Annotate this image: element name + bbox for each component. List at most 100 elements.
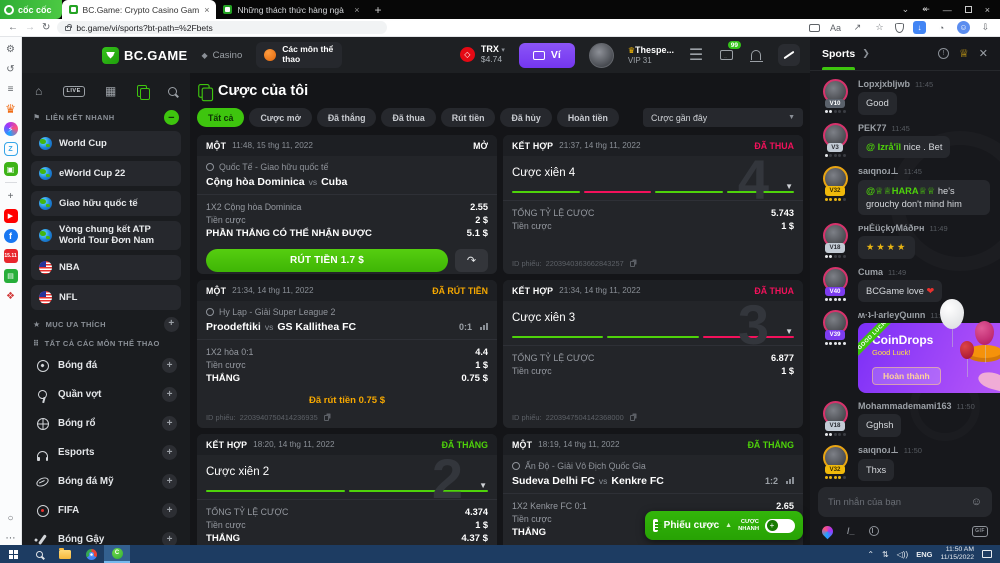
sidebar-sport-esports[interactable]: Esports + [31, 441, 181, 465]
tab-search-icon[interactable]: ⌄ [902, 4, 910, 15]
filter-cashout[interactable]: Rút tiền [441, 108, 496, 127]
filter-lost[interactable]: Đã thua [381, 108, 435, 127]
tab-close-icon[interactable]: × [354, 5, 359, 15]
clock[interactable]: 11:50 AM 11/15/2022 [940, 546, 974, 563]
gif-icon[interactable]: GIF [972, 526, 988, 537]
sidebar-sport-football[interactable]: Bóng đá + [31, 354, 181, 378]
translate-icon[interactable]: Aa [829, 21, 842, 34]
sidebar-item-eworld-cup[interactable]: eWorld Cup 22 [31, 161, 181, 186]
add-shortcut-icon[interactable]: + [4, 189, 18, 203]
share-icon[interactable]: ↗ [851, 21, 864, 34]
sidebar-sport-am-football[interactable]: Bóng đá Mỹ + [31, 470, 181, 494]
more-icon[interactable]: ⋯ [4, 531, 18, 545]
bookmark-star-icon[interactable]: ☆ [873, 21, 886, 34]
bell-icon[interactable] [748, 47, 764, 63]
sidebar-item-world-cup[interactable]: World Cup [31, 131, 181, 156]
close-chat-icon[interactable]: ✕ [979, 47, 988, 60]
filter-cancelled[interactable]: Đã hủy [500, 108, 551, 127]
crown-icon[interactable]: ♛ [4, 102, 18, 116]
expand-icon[interactable]: + [162, 387, 177, 402]
add-favorite-button[interactable]: + [164, 317, 179, 332]
filter-refund[interactable]: Hoàn tiền [557, 108, 619, 127]
calendar-icon[interactable]: ▦ [105, 84, 116, 98]
chat-input[interactable]: ☺ [818, 487, 992, 517]
trophy-icon[interactable]: ♕ [959, 47, 969, 60]
expand-icon[interactable]: + [162, 358, 177, 373]
expand-chevron-icon[interactable]: ▼ [785, 182, 793, 191]
live-icon[interactable]: LIVE [63, 86, 85, 97]
share-bet-button[interactable]: ↷ [455, 249, 488, 272]
filter-won[interactable]: Đã thắng [317, 108, 377, 127]
user-info[interactable]: ♛Thespe... VIP 31 [628, 45, 674, 65]
expand-icon[interactable]: + [162, 416, 177, 431]
expand-icon[interactable]: + [162, 532, 177, 545]
browser-tab-challenges[interactable]: Những thách thức hàng ngà × [216, 0, 366, 19]
stats-icon[interactable] [786, 477, 794, 484]
bcgame-logo[interactable]: BC.GAME [102, 47, 188, 64]
chat-tab-sports[interactable]: Sports [822, 37, 855, 70]
profile-icon[interactable]: ☺ [957, 21, 970, 34]
network-icon[interactable]: ⇅ [882, 550, 889, 559]
tab-close-icon[interactable]: × [204, 5, 209, 15]
coindrops-claim-button[interactable]: Hoàn thành [872, 367, 941, 385]
copy-icon[interactable] [324, 415, 329, 421]
bet-card-single-open[interactable]: MỘT 11:48, 15 thg 11, 2022 MỞ Quốc Tế - … [197, 135, 497, 274]
sidebar-item-nfl[interactable]: NFL [31, 285, 181, 310]
reload-button[interactable]: ↻ [42, 22, 50, 33]
sidebar-sport-tennis[interactable]: Quần vợt + [31, 383, 181, 407]
balance-selector[interactable]: ◇ TRX ▾ $4.74 [460, 45, 505, 64]
window-close-button[interactable]: × [985, 5, 990, 15]
facebook-icon[interactable]: f [4, 229, 18, 243]
taskbar-search-icon[interactable] [26, 545, 52, 563]
stats-icon[interactable] [480, 323, 488, 330]
rain-icon[interactable] [820, 523, 836, 539]
sidebar-sport-fifa[interactable]: FIFA + [31, 499, 181, 523]
download-active-icon[interactable]: ↓ [913, 21, 926, 34]
filter-all[interactable]: Tất cả [197, 108, 244, 127]
url-field[interactable]: bc.game/vi/sports?bt-path=%2Fbets [57, 21, 387, 34]
filter-open[interactable]: Cược mở [249, 108, 311, 127]
collapse-quick-links-button[interactable]: − [164, 110, 179, 125]
search-icon[interactable] [168, 87, 177, 96]
expand-icon[interactable]: + [162, 503, 177, 518]
back-button[interactable]: ← [8, 22, 18, 33]
coccoc-taskbar-icon[interactable]: C [104, 545, 130, 563]
shuttlecock-icon[interactable]: ❖ [4, 289, 18, 303]
expand-chevron-icon[interactable]: ▼ [785, 327, 793, 336]
sidebar-toggle-icon[interactable]: ↞ [922, 4, 930, 15]
emoji-icon[interactable]: ☺ [971, 496, 982, 508]
notification-bell-icon[interactable]: ○ [4, 511, 18, 525]
coccoc-menu-button[interactable]: cốc cốc [0, 0, 62, 19]
info-icon[interactable]: ! [938, 48, 949, 59]
chevron-right-icon[interactable]: ❯ [862, 48, 870, 59]
history-icon[interactable]: ↺ [4, 62, 18, 76]
nav-casino[interactable]: ◆ Casino [202, 50, 243, 61]
messenger-icon[interactable]: ⚡ [4, 122, 18, 136]
tray-chevron-icon[interactable]: ⌃ [867, 550, 874, 559]
downloads-tray-icon[interactable]: ⇩ [979, 21, 992, 34]
tip-coin-icon[interactable] [869, 526, 879, 536]
home-icon[interactable]: ⌂ [35, 84, 42, 98]
quick-bet-toggle[interactable] [765, 519, 795, 533]
notification-center-icon[interactable] [982, 550, 992, 558]
games-icon[interactable]: ▣ [4, 162, 18, 176]
basket-icon[interactable]: ▤ [4, 269, 18, 283]
youtube-icon[interactable]: ▶ [4, 209, 18, 223]
chat-commands-icon[interactable]: /_ [847, 526, 855, 536]
wallet-button[interactable]: Ví [519, 43, 575, 68]
window-minimize-button[interactable]: — [943, 5, 952, 15]
my-bets-icon[interactable] [137, 85, 148, 98]
sale-15-11-icon[interactable]: 15.11 [4, 249, 18, 263]
copy-icon[interactable] [630, 415, 635, 421]
settings-gear-icon[interactable]: ⚙ [4, 42, 18, 56]
adblock-shield-icon[interactable] [895, 23, 904, 33]
window-restore-button[interactable] [965, 6, 972, 13]
alert-icon[interactable]: ◔ [935, 21, 948, 34]
reading-list-icon[interactable]: ≡ [4, 82, 18, 96]
file-explorer-icon[interactable] [52, 545, 78, 563]
send-to-device-icon[interactable] [809, 24, 820, 32]
chrome-icon[interactable] [78, 545, 104, 563]
sort-dropdown[interactable]: Cược gần đây ▼ [643, 108, 803, 127]
forward-button[interactable]: → [25, 22, 35, 33]
expand-chevron-icon[interactable]: ▼ [479, 481, 487, 490]
